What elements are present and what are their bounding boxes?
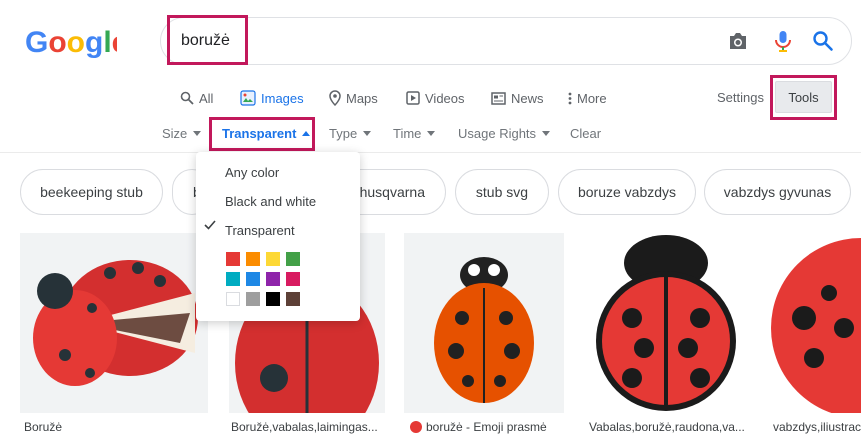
- checkmark-icon: [204, 220, 216, 230]
- filter-highlight-box: [209, 117, 315, 151]
- divider: [0, 152, 861, 153]
- filter-size-label: Size: [162, 126, 188, 141]
- menu-item-any-color[interactable]: Any color: [225, 165, 279, 180]
- result-caption: boružė - Emoji prasmė: [426, 420, 547, 434]
- result-caption[interactable]: vabzdys,iliustrac: [773, 420, 861, 434]
- menu-item-black-white[interactable]: Black and white: [225, 194, 316, 209]
- ladybug-image: [33, 260, 198, 386]
- filter-clear-label: Clear: [570, 126, 602, 141]
- ladybug-image: [596, 235, 736, 411]
- filter-type-label: Type: [329, 126, 358, 141]
- filter-type[interactable]: Type: [329, 126, 372, 141]
- news-icon: [491, 91, 506, 105]
- tab-maps[interactable]: Maps: [329, 88, 378, 108]
- tab-all-label: All: [199, 90, 214, 106]
- result-caption[interactable]: Boružė,vabalas,laimingas...: [231, 420, 384, 434]
- color-swatch[interactable]: [266, 292, 280, 306]
- color-swatch[interactable]: [226, 272, 240, 286]
- search-icon: [180, 91, 194, 105]
- camera-icon[interactable]: [727, 31, 749, 51]
- result-caption-row[interactable]: boružė - Emoji prasmė: [410, 420, 563, 434]
- ladybug-image: [434, 257, 534, 403]
- filter-time[interactable]: Time: [393, 126, 436, 141]
- result-image[interactable]: [584, 233, 749, 413]
- google-logo[interactable]: Google: [25, 26, 117, 58]
- color-swatch[interactable]: [246, 252, 260, 266]
- tools-button[interactable]: Tools: [775, 81, 832, 113]
- color-swatch[interactable]: [246, 292, 260, 306]
- color-swatch[interactable]: [286, 272, 300, 286]
- map-pin-icon: [329, 90, 341, 106]
- tab-images[interactable]: Images: [240, 88, 304, 108]
- more-vert-icon: [568, 92, 572, 104]
- tab-all[interactable]: All: [180, 88, 213, 108]
- tab-videos-label: Videos: [425, 90, 465, 106]
- settings-link[interactable]: Settings: [717, 90, 764, 105]
- caret-down-icon: [427, 131, 436, 136]
- tab-more-label: More: [577, 90, 607, 106]
- color-swatch[interactable]: [226, 252, 240, 266]
- ladybug-image: [771, 238, 861, 413]
- related-chip[interactable]: stub svg: [455, 169, 549, 215]
- filter-usage-rights[interactable]: Usage Rights: [458, 126, 551, 141]
- image-icon: [240, 90, 256, 106]
- video-icon: [406, 91, 420, 105]
- related-chip[interactable]: beekeeping stub: [20, 169, 163, 215]
- tab-images-label: Images: [261, 90, 304, 106]
- tab-news[interactable]: News: [491, 88, 544, 108]
- color-swatch[interactable]: [246, 272, 260, 286]
- filter-clear[interactable]: Clear: [570, 126, 601, 141]
- caret-down-icon: [363, 131, 372, 136]
- tab-more[interactable]: More: [568, 88, 607, 108]
- search-input[interactable]: boružė: [181, 32, 230, 50]
- microphone-icon[interactable]: [773, 29, 793, 53]
- color-swatch[interactable]: [286, 252, 300, 266]
- color-swatch[interactable]: [266, 252, 280, 266]
- color-swatch[interactable]: [226, 292, 240, 306]
- color-swatch[interactable]: [266, 272, 280, 286]
- search-nav: All Images Maps Videos News More Setting…: [0, 88, 861, 110]
- color-swatch[interactable]: [286, 292, 300, 306]
- result-image[interactable]: [20, 233, 208, 413]
- color-filter-menu: Any color Black and white Transparent: [196, 152, 360, 321]
- tab-maps-label: Maps: [346, 90, 378, 106]
- caret-down-icon: [193, 131, 202, 136]
- search-submit-icon[interactable]: [812, 30, 834, 52]
- result-image[interactable]: [769, 233, 861, 413]
- caret-down-icon: [542, 131, 551, 136]
- filter-size[interactable]: Size: [162, 126, 202, 141]
- related-chip[interactable]: vabzdys gyvunas: [704, 169, 851, 215]
- result-caption[interactable]: Boružė: [24, 420, 204, 434]
- result-image[interactable]: [404, 233, 564, 413]
- menu-item-transparent[interactable]: Transparent: [225, 223, 295, 238]
- ladybug-emoji-icon: [410, 421, 422, 433]
- related-chip[interactable]: boruze vabzdys: [558, 169, 696, 215]
- tab-videos[interactable]: Videos: [406, 88, 465, 108]
- tab-news-label: News: [511, 90, 544, 106]
- result-caption[interactable]: Vabalas,boružė,raudona,va...: [589, 420, 749, 434]
- filter-usage-rights-label: Usage Rights: [458, 126, 537, 141]
- filter-time-label: Time: [393, 126, 422, 141]
- svg-text:Google: Google: [25, 26, 117, 58]
